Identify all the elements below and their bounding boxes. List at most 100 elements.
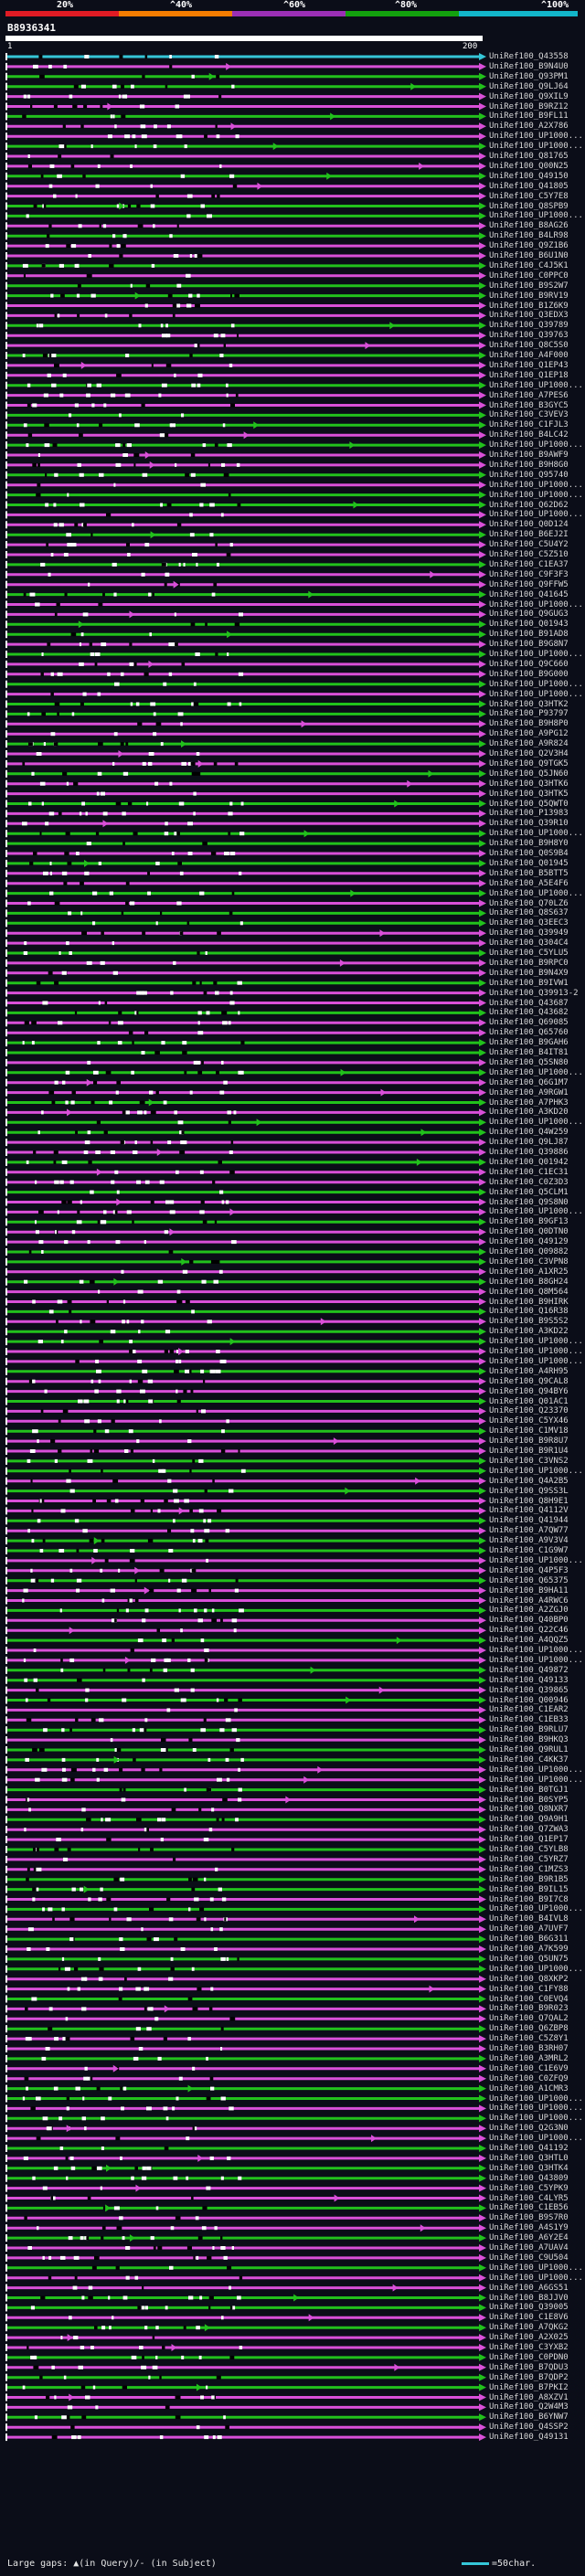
hit-track[interactable] — [5, 2253, 486, 2262]
hit-track[interactable] — [5, 1596, 486, 1605]
hit-track[interactable] — [5, 1009, 486, 1017]
hit-track[interactable] — [5, 1547, 486, 1554]
hit-track[interactable] — [5, 1726, 486, 1734]
hit-track[interactable] — [5, 1129, 486, 1137]
hit-track[interactable] — [5, 810, 486, 818]
hit-track[interactable] — [5, 670, 486, 678]
hit-track[interactable] — [5, 1507, 486, 1515]
hit-track[interactable] — [5, 72, 486, 80]
hit-track[interactable] — [5, 242, 486, 250]
hit-track[interactable] — [5, 1078, 486, 1087]
hit-track[interactable] — [5, 1277, 486, 1286]
hit-track[interactable] — [5, 2104, 486, 2113]
hit-track[interactable] — [5, 82, 486, 90]
hit-track[interactable] — [5, 381, 486, 389]
hit-track[interactable] — [5, 2064, 486, 2072]
hit-track[interactable] — [5, 2184, 486, 2192]
hit-track[interactable] — [5, 979, 486, 987]
hit-track[interactable] — [5, 1088, 486, 1097]
hit-track[interactable] — [5, 1905, 486, 1913]
hit-track[interactable] — [5, 680, 486, 688]
hit-track[interactable] — [5, 1975, 486, 1983]
hit-track[interactable] — [5, 153, 486, 160]
hit-track[interactable] — [5, 2035, 486, 2043]
hit-track[interactable] — [5, 1736, 486, 1744]
hit-track[interactable] — [5, 182, 486, 190]
hit-track[interactable] — [5, 2074, 486, 2083]
hit-track[interactable] — [5, 2284, 486, 2292]
hit-track[interactable] — [5, 1755, 486, 1764]
hit-track[interactable] — [5, 759, 486, 768]
hit-track[interactable] — [5, 720, 486, 728]
hit-track[interactable] — [5, 1765, 486, 1774]
hit-track[interactable] — [5, 869, 486, 877]
hit-track[interactable] — [5, 1925, 486, 1934]
hit-track[interactable] — [5, 541, 486, 549]
hit-track[interactable] — [5, 172, 486, 180]
hit-track[interactable] — [5, 1387, 486, 1395]
hit-track[interactable] — [5, 2154, 486, 2162]
hit-track[interactable] — [5, 750, 486, 758]
hit-track[interactable] — [5, 929, 486, 938]
hit-track[interactable] — [5, 1487, 486, 1495]
hit-track[interactable] — [5, 820, 486, 828]
hit-track[interactable] — [5, 2094, 486, 2103]
hit-track[interactable] — [5, 401, 486, 409]
hit-track[interactable] — [5, 1437, 486, 1446]
hit-track[interactable] — [5, 1348, 486, 1355]
hit-track[interactable] — [5, 2344, 486, 2351]
hit-track[interactable] — [5, 222, 486, 230]
hit-track[interactable] — [5, 2403, 486, 2412]
hit-track[interactable] — [5, 1039, 486, 1047]
hit-track[interactable] — [5, 2115, 486, 2123]
hit-track[interactable] — [5, 1875, 486, 1883]
hit-track[interactable] — [5, 312, 486, 320]
hit-track[interactable] — [5, 590, 486, 599]
hit-track[interactable] — [5, 620, 486, 629]
hit-track[interactable] — [5, 1218, 486, 1226]
hit-track[interactable] — [5, 1865, 486, 1873]
hit-track[interactable] — [5, 511, 486, 519]
hit-track[interactable] — [5, 1238, 486, 1246]
hit-track[interactable] — [5, 2373, 486, 2381]
hit-track[interactable] — [5, 261, 486, 270]
hit-track[interactable] — [5, 1606, 486, 1615]
hit-track[interactable] — [5, 631, 486, 639]
hit-track[interactable] — [5, 2423, 486, 2432]
hit-track[interactable] — [5, 2204, 486, 2212]
hit-track[interactable] — [5, 949, 486, 957]
hit-track[interactable] — [5, 2263, 486, 2272]
hit-track[interactable] — [5, 2135, 486, 2143]
hit-track[interactable] — [5, 1627, 486, 1635]
hit-track[interactable] — [5, 2324, 486, 2332]
hit-track[interactable] — [5, 2005, 486, 2013]
hit-track[interactable] — [5, 1696, 486, 1704]
hit-track[interactable] — [5, 2025, 486, 2033]
hit-track[interactable] — [5, 1158, 486, 1166]
hit-track[interactable] — [5, 1985, 486, 1993]
hit-track[interactable] — [5, 1198, 486, 1206]
hit-track[interactable] — [5, 939, 486, 948]
hit-track[interactable] — [5, 1068, 486, 1076]
hit-track[interactable] — [5, 969, 486, 977]
hit-track[interactable] — [5, 441, 486, 450]
hit-track[interactable] — [5, 102, 486, 111]
hit-track[interactable] — [5, 461, 486, 469]
hit-track[interactable] — [5, 600, 486, 609]
hit-track[interactable] — [5, 481, 486, 489]
hit-track[interactable] — [5, 790, 486, 798]
hit-track[interactable] — [5, 1826, 486, 1834]
hit-track[interactable] — [5, 1357, 486, 1365]
hit-track[interactable] — [5, 2224, 486, 2232]
hit-track[interactable] — [5, 1367, 486, 1375]
hit-track[interactable] — [5, 2274, 486, 2282]
hit-track[interactable] — [5, 1188, 486, 1196]
hit-track[interactable] — [5, 769, 486, 778]
hit-track[interactable] — [5, 143, 486, 151]
hit-track[interactable] — [5, 999, 486, 1007]
hit-track[interactable] — [5, 1257, 486, 1266]
hit-track[interactable] — [5, 471, 486, 479]
hit-track[interactable] — [5, 641, 486, 649]
hit-track[interactable] — [5, 1816, 486, 1824]
hit-track[interactable] — [5, 2314, 486, 2322]
